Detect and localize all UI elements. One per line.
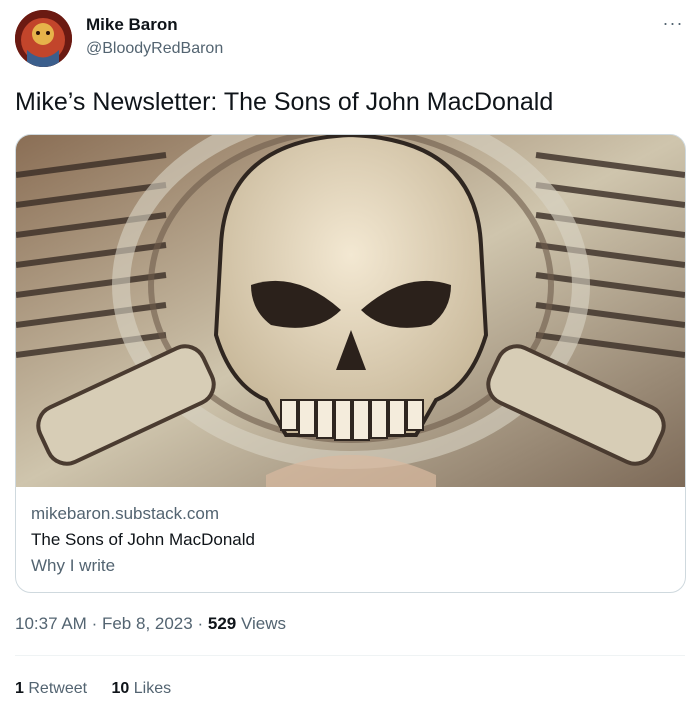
retweets-stat[interactable]: 1 Retweet [15,680,87,697]
likes-stat[interactable]: 10 Likes [112,680,172,697]
more-horizontal-icon[interactable]: ··· [661,12,685,36]
likes-label: Likes [133,680,172,697]
link-card[interactable]: mikebaron.substack.com The Sons of John … [15,134,686,593]
card-meta: mikebaron.substack.com The Sons of John … [31,503,255,577]
tweet-metadata: 10:37 AM · Feb 8, 2023 · 529 Views [15,613,286,635]
engagement-stats: 1 Retweet 10 Likes [15,678,191,700]
divider [15,655,685,656]
likes-count: 10 [111,680,130,697]
avatar[interactable] [15,10,72,67]
tweet-time[interactable]: 10:37 AM [15,614,87,633]
display-name[interactable]: Mike Baron [86,14,223,36]
user-handle[interactable]: @BloodyRedBaron [86,38,223,60]
separator: · [91,614,98,633]
card-domain[interactable]: mikebaron.substack.com [31,503,255,525]
tweet-header: Mike Baron @BloodyRedBaron ··· [15,10,685,70]
retweets-count: 1 [15,680,24,697]
card-title[interactable]: The Sons of John MacDonald [31,529,255,551]
retweets-label: Retweet [28,680,88,697]
tweet-text: Mike’s Newsletter: The Sons of John MacD… [15,88,554,116]
separator: · [197,614,204,633]
user-info: Mike Baron @BloodyRedBaron [86,14,223,60]
card-image[interactable] [16,135,685,487]
views-count: 529 [207,614,237,633]
tweet-date[interactable]: Feb 8, 2023 [102,614,193,633]
card-description: Why I write [31,556,116,575]
views-label: Views [240,614,287,633]
